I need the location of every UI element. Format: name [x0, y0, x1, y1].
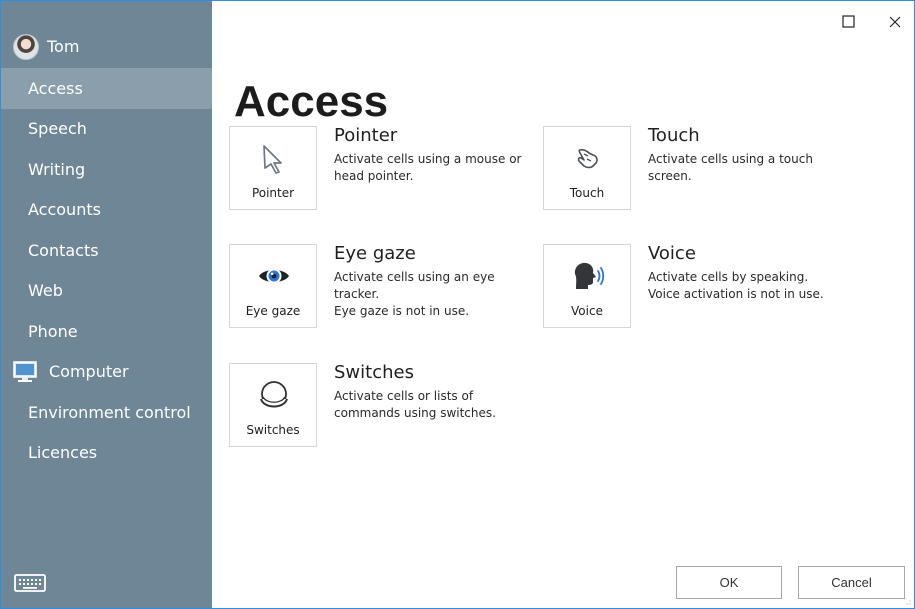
sidebar-item-label: Web — [28, 281, 63, 301]
sidebar-item-label: Computer — [49, 362, 129, 382]
pointer-description-text: Activate cells using a mouse or head poi… — [334, 152, 522, 183]
sidebar-item-phone[interactable]: Phone — [1, 311, 212, 352]
eye-gaze-option: Eye gaze Eye gaze Activate cells using a… — [229, 243, 529, 334]
voice-option: Voice Voice Activate cells by speaking. … — [543, 243, 843, 334]
sidebar-item-label: Access — [28, 78, 83, 98]
sidebar-item-label: Licences — [28, 443, 98, 463]
pointer-tile-label: Pointer — [251, 186, 295, 200]
pointer-description: Activate cells using a mouse or head poi… — [334, 151, 524, 185]
voice-description-text: Activate cells by speaking. — [648, 270, 809, 284]
pointer-arrow-icon — [263, 145, 282, 174]
maximize-icon[interactable] — [839, 12, 859, 32]
eye-gaze-title: Eye gaze — [334, 243, 416, 264]
sidebar-item-label: Contacts — [28, 240, 99, 260]
sidebar-item-computer[interactable]: Computer — [1, 352, 212, 393]
switches-description: Activate cells or lists of commands usin… — [334, 388, 524, 422]
touch-description-text: Activate cells using a touch screen. — [648, 152, 813, 183]
pointer-tile-button[interactable]: Pointer — [229, 126, 317, 210]
voice-status-text: Voice activation is not in use. — [648, 287, 824, 301]
user-avatar-icon — [13, 34, 39, 60]
sidebar-item-label: Writing — [28, 159, 86, 179]
touch-hand-icon — [577, 148, 598, 169]
sidebar-item-environment-control[interactable]: Environment control — [1, 392, 212, 433]
sidebar-item-label: Accounts — [28, 200, 101, 220]
sidebar-item-licences[interactable]: Licences — [1, 433, 212, 474]
sidebar-item-contacts[interactable]: Contacts — [1, 230, 212, 271]
keyboard-icon[interactable] — [14, 573, 46, 593]
sidebar-item-writing[interactable]: Writing — [1, 149, 212, 190]
eye-gaze-tile-button[interactable]: Eye gaze — [229, 244, 317, 328]
switch-button-icon — [260, 381, 288, 408]
sidebar-item-speech[interactable]: Speech — [1, 109, 212, 150]
eye-gaze-description: Activate cells using an eye tracker. Eye… — [334, 269, 524, 320]
eye-gaze-description-text: Activate cells using an eye tracker. — [334, 270, 495, 301]
eye-gaze-tile-label: Eye gaze — [245, 304, 301, 318]
sidebar: Tom Access Speech Writing Accounts Conta… — [1, 1, 212, 608]
computer-icon — [13, 361, 37, 382]
settings-navigation: Access Speech Writing Accounts Contacts … — [1, 68, 212, 473]
sidebar-item-accounts[interactable]: Accounts — [1, 190, 212, 231]
switches-option: Switches Switches Activate cells or list… — [229, 362, 529, 453]
voice-description: Activate cells by speaking. Voice activa… — [648, 269, 838, 303]
voice-tile-button[interactable]: Voice — [543, 244, 631, 328]
touch-title: Touch — [648, 125, 700, 146]
switches-tile-label: Switches — [246, 423, 300, 437]
sidebar-item-web[interactable]: Web — [1, 271, 212, 312]
switches-description-text: Activate cells or lists of commands usin… — [334, 389, 496, 420]
sidebar-item-label: Speech — [28, 119, 87, 139]
touch-option: Touch Touch Activate cells using a touch… — [543, 125, 843, 216]
sidebar-item-access[interactable]: Access — [1, 68, 212, 109]
close-icon[interactable] — [885, 12, 905, 32]
user-profile[interactable]: Tom — [13, 33, 79, 61]
touch-description: Activate cells using a touch screen. — [648, 151, 838, 185]
pointer-option: Pointer Pointer Activate cells using a m… — [229, 125, 529, 216]
voice-speaking-head-icon — [574, 262, 605, 289]
eye-icon — [259, 268, 289, 284]
resize-grip-icon[interactable] — [903, 597, 911, 605]
pointer-title: Pointer — [334, 125, 398, 146]
voice-title: Voice — [648, 243, 696, 264]
switches-title: Switches — [334, 362, 414, 383]
user-name: Tom — [47, 37, 80, 56]
ok-button[interactable]: OK — [676, 566, 782, 599]
touch-tile-label: Touch — [569, 186, 605, 200]
voice-tile-label: Voice — [571, 304, 603, 318]
page-title: Access — [234, 77, 389, 127]
access-settings-window: Tom Access Speech Writing Accounts Conta… — [0, 0, 915, 609]
sidebar-item-label: Phone — [28, 321, 78, 341]
switches-tile-button[interactable]: Switches — [229, 363, 317, 447]
eye-gaze-status-text: Eye gaze is not in use. — [334, 304, 470, 318]
touch-tile-button[interactable]: Touch — [543, 126, 631, 210]
cancel-button[interactable]: Cancel — [798, 566, 905, 599]
sidebar-item-label: Environment control — [28, 402, 191, 422]
